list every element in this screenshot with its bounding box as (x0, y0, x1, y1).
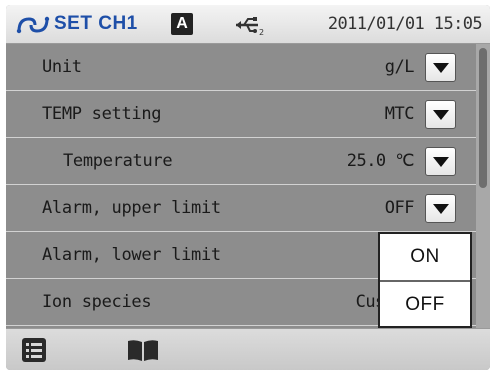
scrollbar[interactable] (476, 44, 490, 328)
setting-label: Alarm, lower limit (42, 245, 221, 265)
bottom-bar (6, 328, 490, 370)
setting-value: MTC (384, 104, 415, 124)
dropdown-button[interactable] (425, 100, 456, 129)
scrollbar-thumb[interactable] (479, 48, 487, 188)
setting-value: g/L (384, 57, 415, 77)
triangle-down-icon (433, 157, 449, 167)
status-bar: SET CH1 A 2 2011/01/01 15:05 (6, 5, 490, 44)
setting-row-temp-setting[interactable]: TEMP setting MTC (6, 91, 476, 138)
on-off-popup: ON OFF (378, 232, 472, 328)
setting-row-alarm-upper[interactable]: Alarm, upper limit OFF (6, 185, 476, 232)
setting-value: 25.0 ℃ (346, 151, 415, 171)
screen-title: SET CH1 (54, 13, 138, 34)
dropdown-button[interactable] (425, 147, 456, 176)
mode-badge: A (171, 13, 193, 35)
triangle-down-icon (433, 110, 449, 120)
setting-label: TEMP setting (42, 104, 162, 124)
book-icon[interactable] (126, 338, 160, 362)
dropdown-button[interactable] (425, 53, 456, 82)
setting-value: OFF (384, 198, 415, 218)
device-screen: SET CH1 A 2 2011/01/01 15:05 Unit g/L TE… (6, 5, 490, 370)
setting-row-unit[interactable]: Unit g/L (6, 44, 476, 91)
triangle-down-icon (433, 204, 449, 214)
menu-list-icon[interactable] (22, 338, 46, 362)
triangle-down-icon (433, 63, 449, 73)
datetime: 2011/01/01 15:05 (327, 14, 483, 34)
setting-label: Unit (42, 57, 82, 77)
setting-label: Ion species (42, 292, 152, 312)
setting-label: Temperature (63, 151, 173, 171)
usb-icon: 2 (236, 17, 264, 36)
dropdown-button[interactable] (425, 194, 456, 223)
svg-text:2: 2 (259, 28, 264, 36)
option-on[interactable]: ON (380, 234, 470, 280)
setting-row-temperature[interactable]: Temperature 25.0 ℃ (6, 138, 476, 185)
option-off[interactable]: OFF (380, 280, 470, 328)
channel-link-icon (16, 16, 50, 34)
setting-label: Alarm, upper limit (42, 198, 221, 218)
